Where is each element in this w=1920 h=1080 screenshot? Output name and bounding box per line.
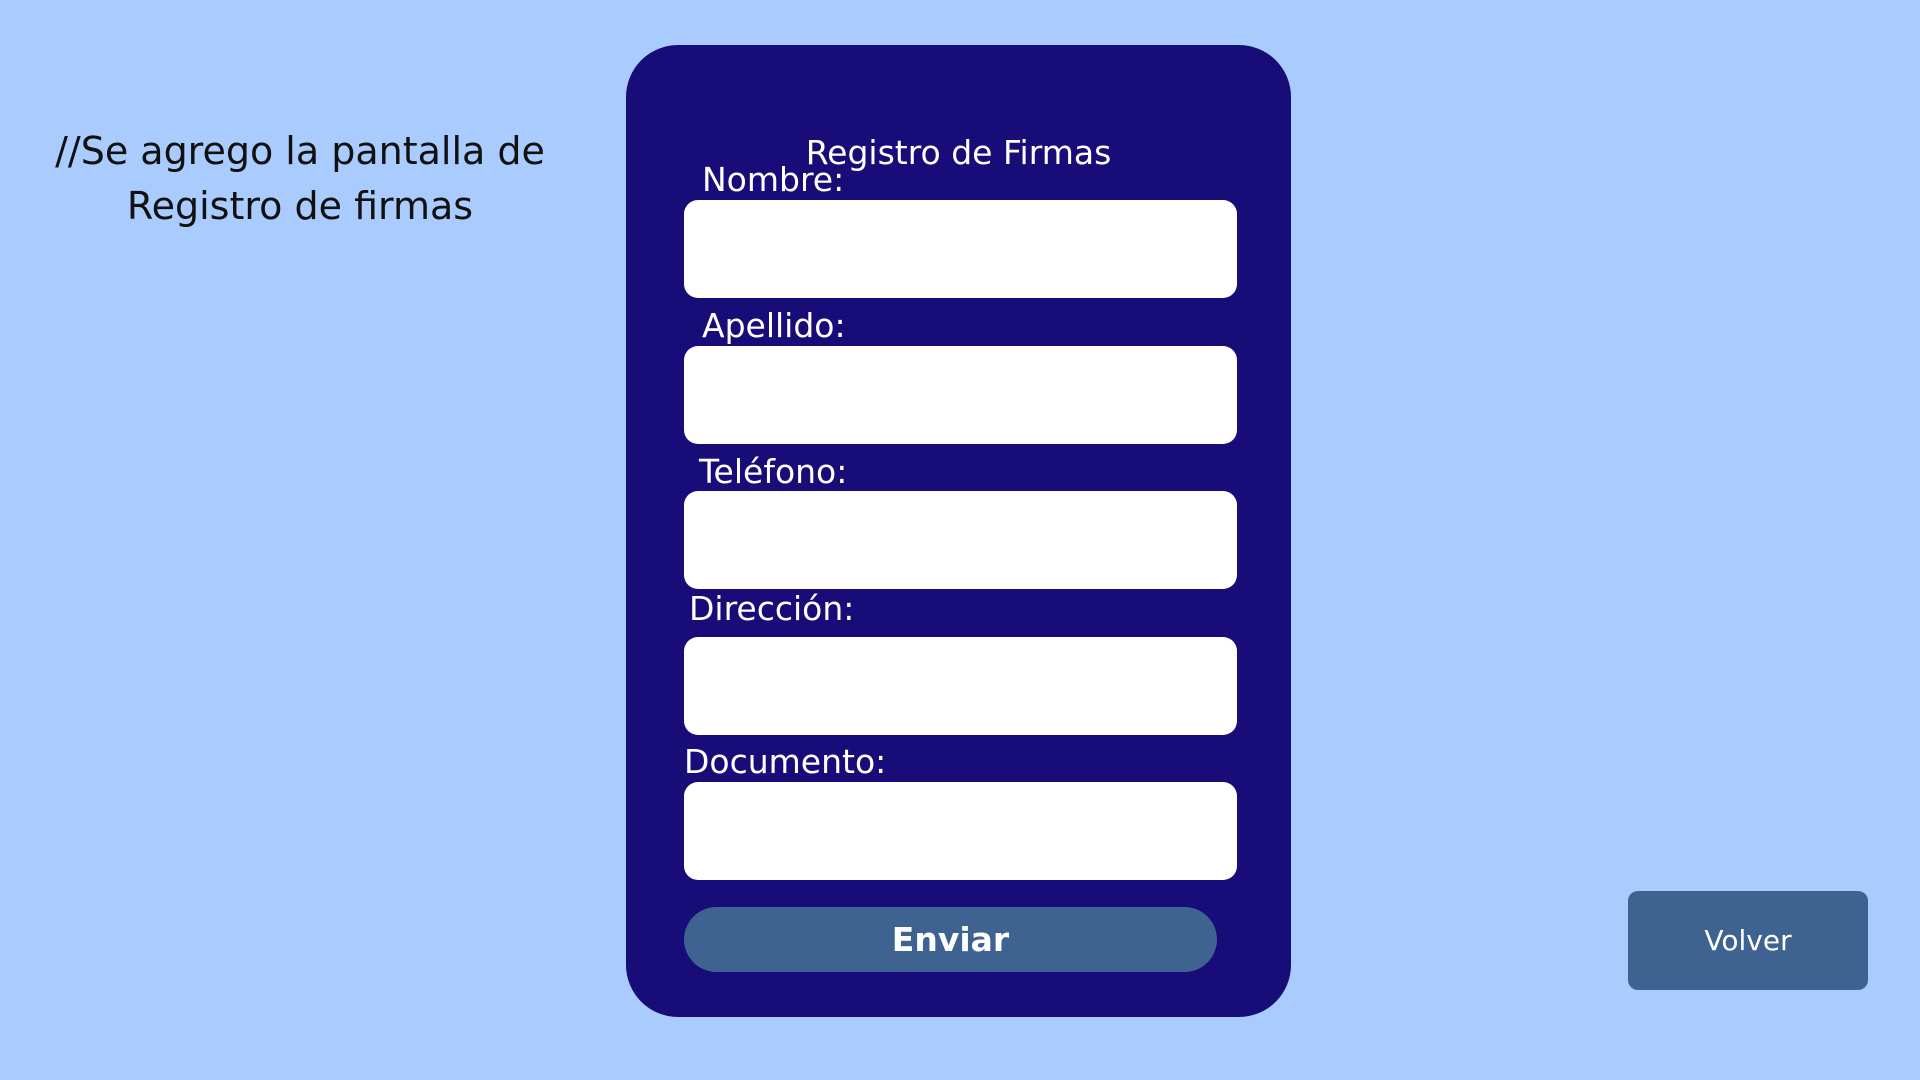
page: //Se agrego la pantalla de Registro de f… xyxy=(0,0,1920,1080)
input-direccion[interactable] xyxy=(684,637,1237,735)
label-documento: Documento: xyxy=(684,742,887,781)
back-button[interactable]: Volver xyxy=(1628,891,1868,990)
label-direccion: Dirección: xyxy=(689,589,855,628)
annotation-note-line1: //Se agrego la pantalla de xyxy=(55,129,545,173)
label-telefono: Teléfono: xyxy=(699,452,848,491)
annotation-note: //Se agrego la pantalla de Registro de f… xyxy=(40,124,560,234)
input-apellido[interactable] xyxy=(684,346,1237,444)
input-documento[interactable] xyxy=(684,782,1237,880)
input-telefono[interactable] xyxy=(684,491,1237,589)
submit-button[interactable]: Enviar xyxy=(684,907,1217,972)
annotation-note-line2: Registro de firmas xyxy=(126,184,474,228)
label-apellido: Apellido: xyxy=(702,306,846,345)
label-nombre: Nombre: xyxy=(702,160,845,199)
input-nombre[interactable] xyxy=(684,200,1237,298)
